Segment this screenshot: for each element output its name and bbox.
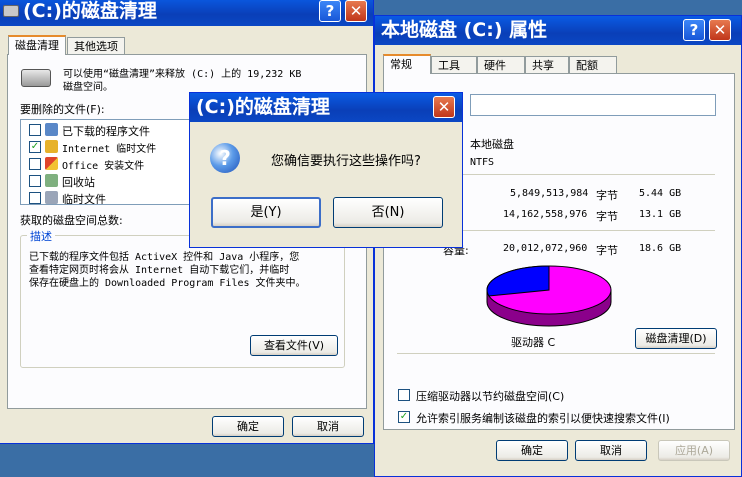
capacity-bytes: 20,012,072,960: [503, 243, 588, 254]
confirm-message: 您确信要执行这些操作吗?: [271, 154, 421, 169]
file-label-downloaded-programs: 已下载的程序文件: [62, 125, 150, 138]
close-button[interactable]: ✕: [345, 0, 367, 22]
divider-bottom: [397, 353, 715, 354]
file-checkbox-recycle-bin[interactable]: [29, 175, 41, 187]
capacity-gb: 18.6 GB: [639, 243, 682, 254]
disk-drive-icon: [3, 5, 19, 17]
confirm-dialog: (C:)的磁盘清理 ✕ ? 您确信要执行这些操作吗? 是(Y) 否(N): [189, 92, 463, 248]
total-space-label: 获取的磁盘空间总数:: [20, 214, 123, 227]
file-checkbox-office-setup[interactable]: [29, 158, 41, 170]
properties-ok-button[interactable]: 确定: [496, 440, 568, 461]
disk-cleanup-button[interactable]: 磁盘清理(D): [635, 328, 717, 349]
lock-icon: [45, 140, 58, 153]
tab-quota[interactable]: 配额: [569, 56, 617, 74]
free-space-gb: 13.1 GB: [639, 209, 682, 220]
disk-usage-pie: [486, 265, 612, 327]
drive-label: 驱动器 C: [511, 336, 556, 349]
free-space-unit: 字节: [596, 210, 618, 223]
capacity-unit: 字节: [596, 244, 618, 257]
drive-type-value: 本地磁盘: [470, 138, 514, 151]
tab-general[interactable]: 常规: [383, 54, 431, 74]
view-files-button[interactable]: 查看文件(V): [250, 335, 338, 356]
tab-more-options[interactable]: 其他选项: [67, 37, 125, 55]
question-icon: ?: [210, 143, 240, 173]
properties-title: 本地磁盘 (C:) 属性: [381, 19, 548, 41]
properties-cancel-button[interactable]: 取消: [575, 440, 647, 461]
properties-apply-button[interactable]: 应用(A): [658, 440, 730, 461]
help-button[interactable]: ?: [319, 0, 341, 22]
file-label-temp-files: 临时文件: [62, 193, 106, 205]
tab-disk-cleanup[interactable]: 磁盘清理: [8, 35, 66, 55]
files-to-delete-label: 要删除的文件(F):: [20, 103, 105, 116]
recycle-bin-icon: [45, 174, 58, 187]
disk-drive-large-icon: [21, 69, 51, 87]
confirm-yes-button[interactable]: 是(Y): [211, 197, 321, 228]
used-space-unit: 字节: [596, 189, 618, 202]
temp-files-icon: [45, 191, 58, 204]
disk-cleanup-titlebar[interactable]: (C:)的磁盘清理: [0, 0, 373, 26]
file-checkbox-temp-files[interactable]: [29, 192, 41, 204]
file-checkbox-downloaded-programs[interactable]: [29, 124, 41, 136]
file-checkbox-internet-temp[interactable]: ✓: [29, 141, 41, 153]
properties-help-button[interactable]: ?: [683, 19, 705, 41]
confirm-title: (C:)的磁盘清理: [196, 96, 330, 118]
compress-drive-label: 压缩驱动器以节约磁盘空间(C): [416, 390, 565, 403]
confirm-close-button[interactable]: ✕: [433, 96, 455, 118]
volume-name-input[interactable]: [470, 94, 716, 116]
cleanup-ok-button[interactable]: 确定: [212, 416, 284, 437]
tab-hardware[interactable]: 硬件: [477, 56, 525, 74]
properties-close-button[interactable]: ✕: [709, 19, 731, 41]
intro-text-line2: 磁盘空间。: [63, 82, 113, 93]
description-legend: 描述: [27, 228, 55, 244]
used-space-bytes: 5,849,513,984: [510, 188, 589, 199]
file-label-recycle-bin: 回收站: [62, 176, 95, 189]
compress-drive-checkbox[interactable]: [398, 389, 410, 401]
cleanup-cancel-button[interactable]: 取消: [292, 416, 364, 437]
disk-cleanup-title: (C:)的磁盘清理: [23, 0, 157, 22]
confirm-titlebar[interactable]: (C:)的磁盘清理: [190, 93, 462, 122]
files-list[interactable]: 已下载的程序文件 ✓ Internet 临时文件 Office 安装文件 回收站…: [20, 119, 200, 205]
description-line3: 保存在硬盘上的 Downloaded Program Files 文件夹中。: [29, 278, 306, 289]
file-label-office-setup: Office 安装文件: [62, 161, 145, 172]
confirm-no-button[interactable]: 否(N): [333, 197, 443, 228]
index-drive-checkbox[interactable]: ✓: [398, 411, 410, 423]
file-system-value: NTFS: [470, 157, 495, 168]
office-setup-icon: [45, 157, 58, 170]
index-drive-label: 允许索引服务编制该磁盘的索引以便快速搜索文件(I): [416, 412, 670, 425]
free-space-bytes: 14,162,558,976: [503, 209, 588, 220]
file-label-internet-temp: Internet 临时文件: [62, 144, 157, 155]
downloaded-programs-icon: [45, 123, 58, 136]
tab-sharing[interactable]: 共享: [525, 56, 569, 74]
desktop-strip: [0, 444, 70, 474]
used-space-gb: 5.44 GB: [639, 188, 682, 199]
tab-tools[interactable]: 工具: [431, 56, 477, 74]
